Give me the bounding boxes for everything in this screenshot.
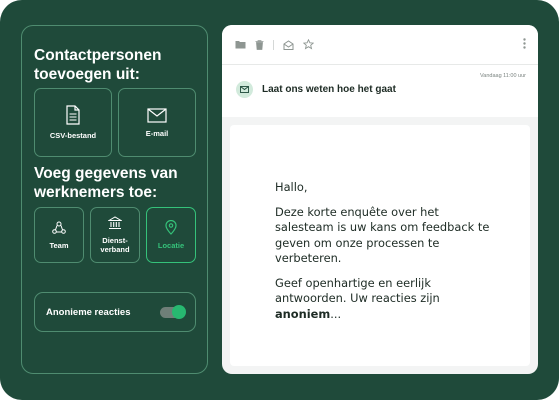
location-option[interactable]: Locatie (146, 207, 196, 263)
email-label: E-mail (145, 128, 169, 138)
anonymous-responses-toggle[interactable] (160, 304, 186, 319)
star-icon[interactable] (303, 39, 314, 50)
team-icon (52, 221, 66, 234)
survey-setup-panel: Contactpersonen toevoegen uit: CSV-besta… (21, 25, 208, 374)
toggle-knob (172, 304, 186, 319)
csv-file-icon (66, 105, 80, 125)
email-header: Vandaag 11:00 uur Laat ons weten hoe het… (222, 25, 538, 117)
greeting: Hallo, (275, 180, 308, 194)
building-icon (108, 216, 122, 230)
csv-file-option[interactable]: CSV-bestand (34, 88, 112, 157)
email-toolbar (235, 39, 323, 50)
trash-icon[interactable] (255, 39, 264, 50)
toolbar-separator (273, 39, 274, 50)
import-heading: Contactpersonen toevoegen uit: (34, 47, 162, 83)
app-canvas: Contactpersonen toevoegen uit: CSV-besta… (0, 0, 559, 400)
subject-badge (236, 81, 253, 98)
body-paragraph-1: Deze korte enquête over het salesteam is… (275, 204, 490, 266)
folder-icon[interactable] (235, 40, 246, 49)
email-body: Hallo, Deze korte enquête over het sales… (230, 125, 530, 366)
employment-label: Dienst-verband (100, 236, 130, 254)
anonymous-responses-label: Anonieme reacties (46, 306, 131, 318)
email-body-text: Hallo, Deze korte enquête over het sales… (275, 180, 490, 331)
archive-icon[interactable] (283, 39, 294, 50)
employee-data-heading: Voeg gegevens van werknemers toe: (34, 165, 178, 201)
header-divider (222, 64, 538, 65)
body-paragraph-2: Geef openhartige en eerlijk antwoorden. … (275, 275, 440, 321)
email-timestamp: Vandaag 11:00 uur (480, 73, 526, 79)
location-pin-icon (165, 220, 177, 235)
envelope-icon (147, 107, 167, 123)
email-subject: Laat ons weten hoe het gaat (262, 84, 396, 95)
anonymous-emphasis: anoniem (275, 306, 331, 321)
email-preview-window: Vandaag 11:00 uur Laat ons weten hoe het… (222, 25, 538, 374)
team-label: Team (49, 240, 69, 250)
employment-option[interactable]: Dienst-verband (90, 207, 140, 263)
anonymous-responses-row: Anonieme reacties (34, 292, 196, 332)
email-option[interactable]: E-mail (118, 88, 196, 157)
envelope-icon (240, 86, 249, 93)
location-label: Locatie (157, 241, 185, 250)
more-vertical-icon[interactable] (523, 38, 526, 49)
team-option[interactable]: Team (34, 207, 84, 263)
csv-file-label: CSV-bestand (49, 131, 97, 140)
